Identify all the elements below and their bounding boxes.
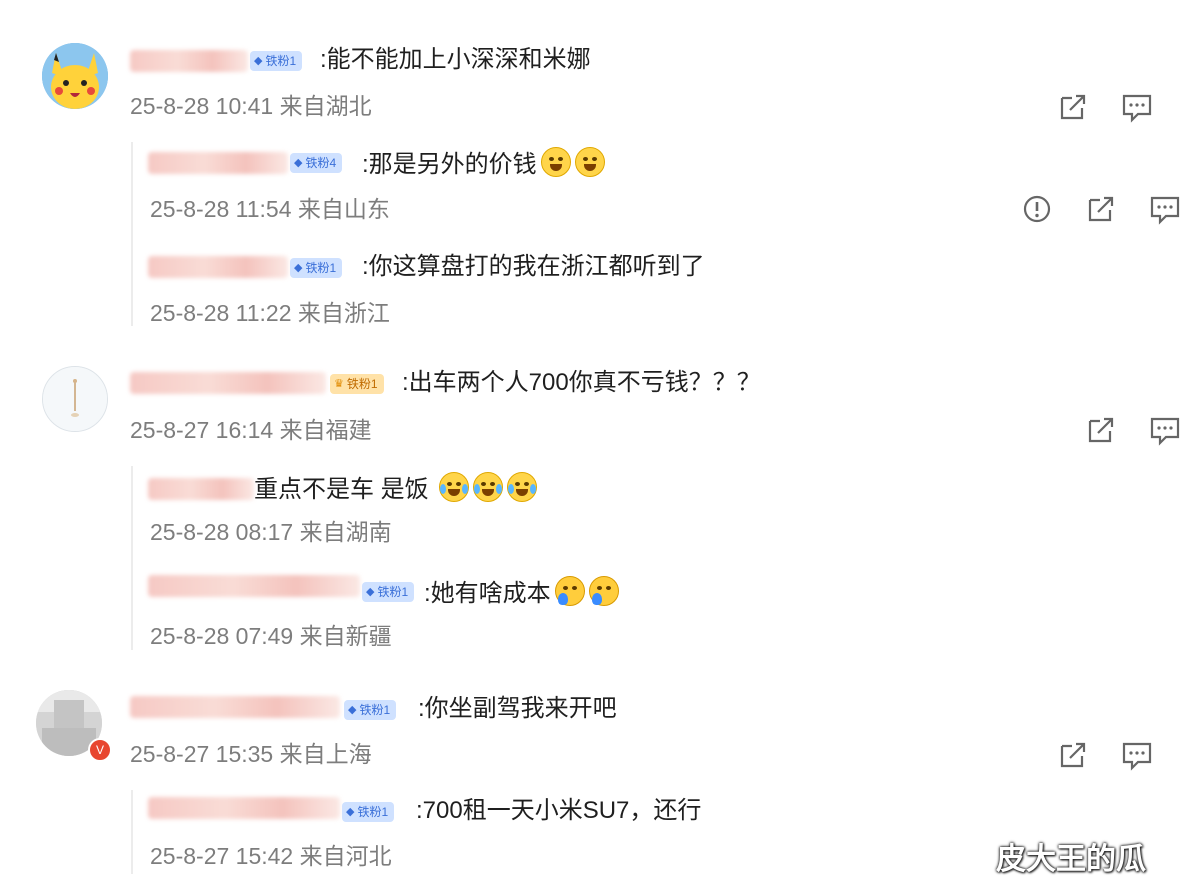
fan-badge: ◆ 铁粉4 — [290, 153, 343, 173]
reply-text: :她有啥成本 — [424, 576, 619, 609]
username-blurred[interactable] — [148, 797, 340, 819]
sad-cry-emoji-icon — [554, 576, 585, 606]
reply-text: 重点不是车 是饭 — [254, 472, 538, 505]
reply-text: :你这算盘打的我在浙江都听到了 — [362, 253, 705, 280]
avatar[interactable] — [42, 366, 108, 432]
username-blurred[interactable] — [130, 50, 248, 72]
reply-text: :700租一天小米SU7，还行 — [416, 797, 702, 824]
username-blurred[interactable] — [148, 256, 288, 278]
fan-badge: ◆ 铁粉1 — [362, 582, 415, 602]
pikachu-avatar-image — [42, 43, 108, 109]
fan-badge: ◆ 铁粉1 — [342, 802, 395, 822]
reply-thread-line — [131, 466, 133, 650]
comment-icon[interactable] — [1148, 192, 1182, 226]
report-icon[interactable] — [1020, 192, 1054, 226]
avatar[interactable] — [42, 43, 108, 109]
comment-meta: 25-8-27 16:14 来自福建 — [130, 417, 372, 443]
reply-meta: 25-8-27 15:42 来自河北 — [150, 843, 392, 869]
username-blurred[interactable] — [148, 478, 254, 500]
reply-thread-line — [131, 790, 133, 874]
comment-text: :你坐副驾我来开吧 — [418, 695, 617, 722]
comment-icon[interactable] — [1120, 738, 1154, 772]
cat-emoji-icon — [540, 147, 571, 177]
verified-icon: V — [88, 738, 112, 762]
username-blurred[interactable] — [148, 152, 288, 174]
sad-cry-emoji-icon — [588, 576, 619, 606]
fan-badge: ◆ 铁粉1 — [290, 258, 343, 278]
diamond-icon: ◆ — [294, 262, 303, 274]
comment-meta: 25-8-27 15:35 来自上海 — [130, 741, 372, 767]
share-icon[interactable] — [1084, 413, 1118, 447]
diamond-icon: ◆ — [366, 586, 375, 598]
comment-text: :出车两个人700你真不亏钱？？？ — [402, 369, 761, 396]
diamond-icon: ◆ — [254, 55, 263, 67]
diamond-icon: ◆ — [346, 806, 355, 818]
diamond-icon: ◆ — [348, 704, 357, 716]
reply-meta: 25-8-28 07:49 来自新疆 — [150, 623, 392, 649]
username-blurred[interactable] — [148, 575, 360, 597]
cat-emoji-icon — [574, 147, 605, 177]
share-icon[interactable] — [1056, 738, 1090, 772]
share-icon[interactable] — [1056, 90, 1090, 124]
diamond-icon: ◆ — [294, 157, 303, 169]
comment-icon[interactable] — [1120, 90, 1154, 124]
reply-thread-line — [131, 142, 133, 326]
laugh-cry-emoji-icon — [473, 472, 504, 502]
fan-badge: ♛ 铁粉1 — [330, 374, 384, 394]
laugh-cry-emoji-icon — [507, 472, 538, 502]
username-blurred[interactable] — [130, 372, 326, 394]
username-blurred[interactable] — [130, 696, 340, 718]
laugh-cry-emoji-icon — [439, 472, 470, 502]
crown-icon: ♛ — [334, 378, 344, 390]
reply-text: :那是另外的价钱 — [362, 147, 605, 180]
reply-meta: 25-8-28 11:54 来自山东 — [150, 196, 390, 222]
fan-badge: ◆ 铁粉1 — [250, 51, 303, 71]
comment-icon[interactable] — [1148, 413, 1182, 447]
fan-badge: ◆ 铁粉1 — [344, 700, 397, 720]
reply-meta: 25-8-28 08:17 来自湖南 — [150, 519, 392, 545]
avatar-image — [43, 367, 107, 431]
watermark: 皮大王的瓜 — [996, 842, 1146, 877]
share-icon[interactable] — [1084, 192, 1118, 226]
reply-meta: 25-8-28 11:22 来自浙江 — [150, 300, 390, 326]
comment-meta: 25-8-28 10:41 来自湖北 — [130, 93, 372, 119]
comment-text: :能不能加上小深深和米娜 — [320, 46, 591, 73]
